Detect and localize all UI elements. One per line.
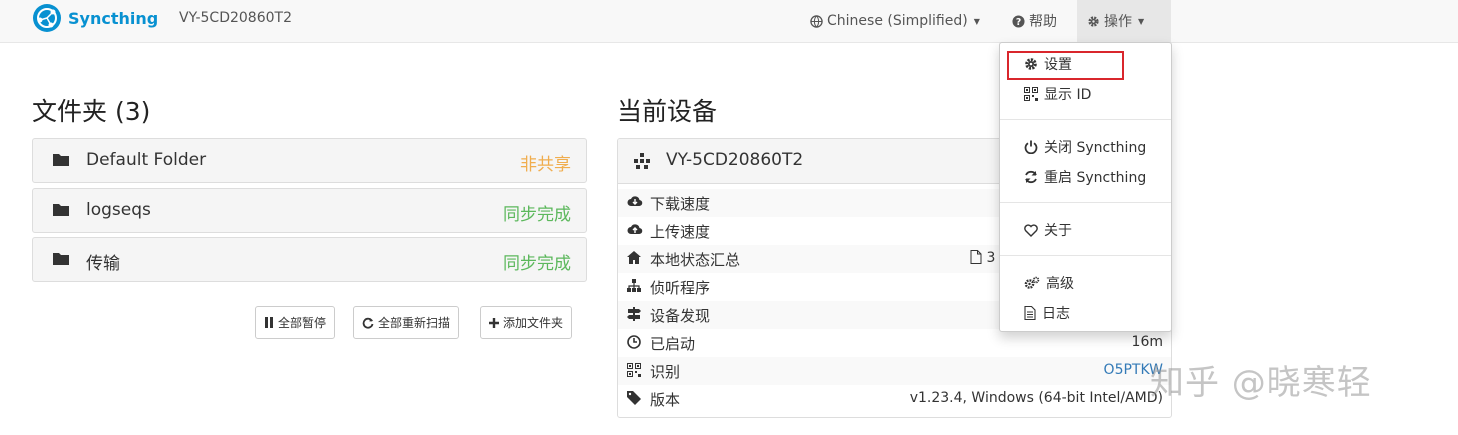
folder-status: 同步完成	[503, 254, 571, 274]
folder-name: Default Folder	[86, 150, 207, 170]
chevron-down-icon: ▼	[1138, 16, 1145, 26]
menu-item-label: 关闭 Syncthing	[1044, 140, 1147, 156]
menu-item-restart[interactable]: 重启 Syncthing	[1000, 164, 1171, 190]
menu-item-label: 显示 ID	[1044, 87, 1092, 103]
syncthing-logo-icon	[33, 4, 61, 32]
rescan-all-label: 全部重新扫描	[378, 316, 451, 330]
row-label: 版本	[650, 391, 681, 409]
qrcode-icon	[1024, 87, 1038, 101]
row-label: 设备发现	[650, 307, 711, 325]
menu-item-label: 关于	[1044, 223, 1072, 239]
row-label: 下载速度	[650, 195, 711, 213]
menu-item-about[interactable]: 关于	[1000, 217, 1171, 243]
refresh-icon	[1025, 170, 1037, 184]
row-version: 版本 v1.23.4, Windows (64-bit Intel/AMD)	[618, 385, 1171, 413]
heart-icon	[1024, 223, 1038, 237]
folder-status: 非共享	[520, 155, 571, 175]
qrcode-icon	[627, 363, 641, 377]
row-value: v1.23.4, Windows (64-bit Intel/AMD)	[909, 390, 1163, 406]
menu-item-logs[interactable]: 日志	[1000, 300, 1171, 326]
menu-divider	[1000, 119, 1171, 120]
this-device-name: VY-5CD20860T2	[666, 150, 804, 170]
actions-label: 操作	[1104, 14, 1132, 30]
menu-item-show-id[interactable]: 显示 ID	[1000, 81, 1171, 107]
folder-name: 传输	[86, 254, 120, 274]
menu-divider	[1000, 255, 1171, 256]
row-identification: 识别 O5PTKW	[618, 357, 1171, 385]
question-circle-icon: ?	[1012, 14, 1025, 27]
cloud-upload-icon	[627, 224, 643, 235]
home-icon	[627, 251, 641, 264]
cogs-icon	[1024, 276, 1040, 289]
folder-panel-logseqs[interactable]: logseqs 同步完成	[32, 188, 587, 233]
clock-icon	[627, 335, 641, 349]
local-state-count: 3	[986, 250, 996, 266]
gear-icon	[1088, 15, 1099, 27]
brand[interactable]: Syncthing	[32, 3, 158, 33]
device-identicon-icon	[634, 153, 650, 169]
file-text-icon	[1024, 306, 1036, 320]
language-label: Chinese (Simplified)	[827, 13, 968, 29]
menu-item-shutdown[interactable]: 关闭 Syncthing	[1000, 134, 1171, 160]
folder-panel-transfer[interactable]: 传输 同步完成	[32, 237, 587, 282]
language-dropdown[interactable]: Chinese (Simplified) ▼	[800, 0, 990, 42]
actions-dropdown-menu: 设置 显示 ID 关闭 Syncthing 重启 Syncthing 关于 高级…	[999, 42, 1172, 332]
brand-name: Syncthing	[68, 8, 159, 28]
menu-item-label: 高级	[1046, 276, 1074, 292]
help-menu[interactable]: ? 帮助	[1002, 0, 1067, 42]
plus-icon	[489, 317, 499, 328]
device-name: VY-5CD20860T2	[179, 10, 292, 26]
svg-text:?: ?	[1016, 16, 1021, 27]
menu-item-label: 日志	[1042, 306, 1070, 322]
pause-icon	[265, 317, 273, 328]
sitemap-icon	[627, 279, 641, 292]
rescan-all-button[interactable]: 全部重新扫描	[353, 306, 460, 339]
folder-icon	[53, 154, 69, 166]
folder-status: 同步完成	[503, 205, 571, 225]
refresh-icon	[362, 317, 374, 329]
menu-item-advanced[interactable]: 高级	[1000, 270, 1171, 296]
row-value: 3	[970, 250, 995, 266]
navbar: Syncthing VY-5CD20860T2 Chinese (Simplif…	[0, 0, 1458, 43]
folder-panel-default[interactable]: Default Folder 非共享	[32, 138, 587, 183]
row-label: 识别	[650, 363, 681, 381]
row-label: 已启动	[650, 335, 696, 353]
this-device-heading: 当前设备	[617, 97, 718, 126]
row-value: 16m	[1131, 334, 1163, 350]
tag-icon	[627, 391, 641, 405]
menu-item-label: 重启 Syncthing	[1044, 170, 1147, 186]
add-folder-label: 添加文件夹	[503, 316, 564, 330]
help-label: 帮助	[1029, 14, 1057, 30]
menu-divider	[1000, 202, 1171, 203]
row-uptime: 已启动 16m	[618, 329, 1171, 357]
watermark-text: 知乎 @晓寒轻	[1150, 363, 1372, 403]
folder-name: logseqs	[86, 200, 151, 220]
actions-menu-toggle[interactable]: 操作 ▼	[1077, 0, 1171, 42]
folders-heading: 文件夹 (3)	[32, 97, 151, 126]
settings-highlight-box	[1007, 51, 1124, 80]
file-icon	[970, 250, 982, 264]
power-icon	[1024, 140, 1038, 154]
folder-icon	[53, 204, 69, 216]
signpost-icon	[627, 307, 641, 321]
cloud-download-icon	[627, 196, 643, 207]
row-label: 上传速度	[650, 223, 711, 241]
add-folder-button[interactable]: 添加文件夹	[480, 306, 573, 339]
folder-icon	[53, 253, 69, 265]
pause-all-button[interactable]: 全部暂停	[255, 306, 336, 339]
globe-icon	[810, 14, 823, 28]
pause-all-label: 全部暂停	[278, 316, 327, 330]
row-label: 侦听程序	[650, 279, 711, 297]
chevron-down-icon: ▼	[973, 16, 980, 26]
row-label: 本地状态汇总	[650, 251, 741, 269]
